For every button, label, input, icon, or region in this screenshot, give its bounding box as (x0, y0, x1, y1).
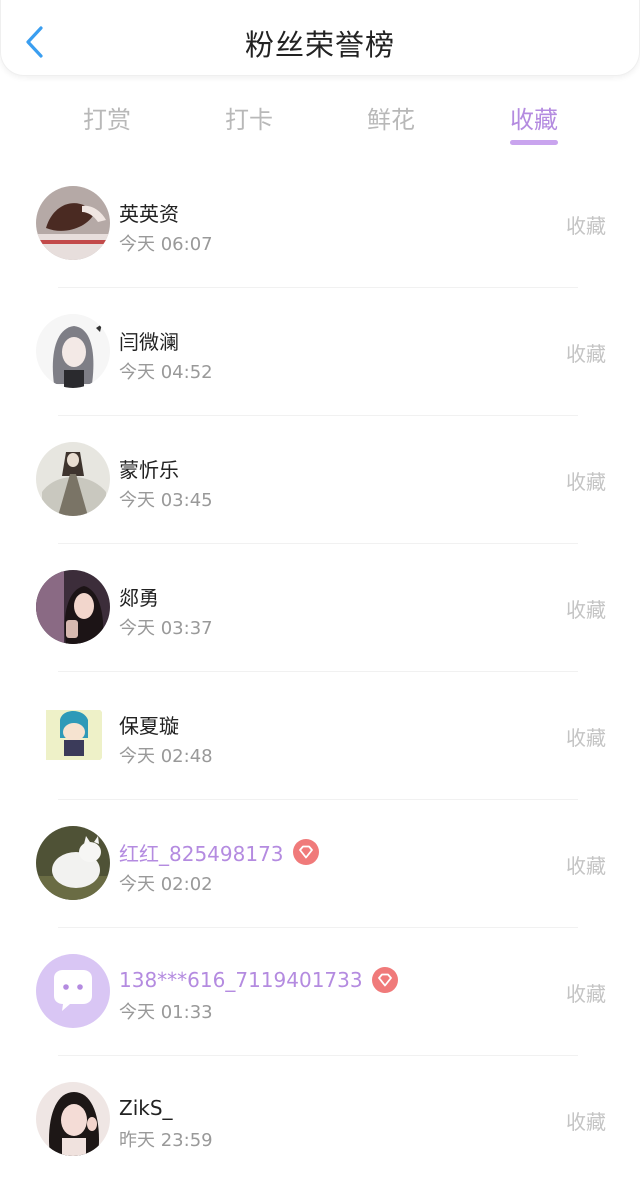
name-line: 红红_825498173 (119, 837, 319, 867)
favorite-label: 收藏 (566, 1110, 606, 1134)
fan-list: 英英资 今天 06:07 收藏 闫微澜 今天 04:52 收藏 蒙忻乐 今天 0… (0, 160, 640, 1184)
tab-reward[interactable]: 打赏 (57, 100, 157, 135)
name-line: 138***616_7119401733 (119, 965, 398, 995)
name-line: 保夏璇 (119, 709, 179, 739)
chat-bubble-icon (36, 954, 110, 1028)
list-item[interactable]: ZikS_ 昨天 23:59 收藏 (0, 1056, 640, 1184)
user-name: 红红_825498173 (119, 841, 284, 866)
user-name: 138***616_7119401733 (119, 968, 363, 992)
avatar-3-icon (36, 442, 110, 516)
list-item[interactable]: 保夏璇 今天 02:48 收藏 (0, 672, 640, 800)
favorite-label: 收藏 (566, 854, 606, 878)
favorite-label: 收藏 (566, 214, 606, 238)
favorite-label: 收藏 (566, 342, 606, 366)
tab-checkin[interactable]: 打卡 (199, 100, 299, 135)
favorite-label: 收藏 (566, 470, 606, 494)
avatar-2-icon (36, 314, 110, 388)
avatar-8-icon (36, 1082, 110, 1156)
name-line: 闫微澜 (119, 325, 179, 355)
avatar-1-icon (36, 186, 110, 260)
fan-honor-page: 粉丝荣誉榜 打赏 打卡 鲜花 收藏 英英资 今天 06:07 收藏 闫微澜 今天… (0, 0, 640, 1185)
header-bar: 粉丝荣誉榜 (0, 0, 640, 76)
list-item[interactable]: 闫微澜 今天 04:52 收藏 (0, 288, 640, 416)
timestamp: 昨天 23:59 (119, 1130, 213, 1151)
tab-bar: 打赏 打卡 鲜花 收藏 (0, 92, 640, 152)
avatar[interactable] (36, 186, 110, 260)
list-item[interactable]: 英英资 今天 06:07 收藏 (0, 160, 640, 288)
list-item[interactable]: 郯勇 今天 03:37 收藏 (0, 544, 640, 672)
avatar[interactable] (36, 570, 110, 644)
favorite-label: 收藏 (566, 726, 606, 750)
user-name: 闫微澜 (119, 329, 179, 354)
name-line: 英英资 (119, 197, 179, 227)
list-item[interactable]: 蒙忻乐 今天 03:45 收藏 (0, 416, 640, 544)
name-line: 蒙忻乐 (119, 453, 179, 483)
avatar[interactable] (36, 826, 110, 900)
avatar[interactable] (36, 314, 110, 388)
tab-favorites[interactable]: 收藏 (484, 100, 584, 135)
timestamp: 今天 06:07 (119, 234, 213, 255)
user-name: 英英资 (119, 201, 179, 226)
vip-diamond-icon (371, 967, 398, 993)
vip-diamond-icon (292, 839, 319, 865)
favorite-label: 收藏 (566, 982, 606, 1006)
timestamp: 今天 01:33 (119, 1002, 213, 1023)
avatar-6-icon (36, 826, 110, 900)
tab-flowers[interactable]: 鲜花 (341, 100, 441, 135)
timestamp: 今天 03:45 (119, 490, 213, 511)
name-line: ZikS_ (119, 1093, 173, 1123)
avatar[interactable] (36, 442, 110, 516)
timestamp: 今天 02:48 (119, 746, 213, 767)
avatar[interactable] (36, 698, 110, 772)
user-name: 郯勇 (119, 585, 159, 610)
page-title: 粉丝荣誉榜 (244, 28, 395, 62)
avatar-5-icon (36, 698, 110, 772)
user-name: ZikS_ (119, 1096, 173, 1120)
timestamp: 今天 03:37 (119, 618, 213, 639)
avatar-4-icon (36, 570, 110, 644)
name-line: 郯勇 (119, 581, 159, 611)
active-tab-indicator (510, 140, 558, 145)
avatar[interactable] (36, 954, 110, 1028)
favorite-label: 收藏 (566, 598, 606, 622)
user-name: 保夏璇 (119, 713, 179, 738)
list-item[interactable]: 138***616_7119401733 今天 01:33 收藏 (0, 928, 640, 1056)
avatar[interactable] (36, 1082, 110, 1156)
timestamp: 今天 04:52 (119, 362, 213, 383)
timestamp: 今天 02:02 (119, 874, 213, 895)
list-item[interactable]: 红红_825498173 今天 02:02 收藏 (0, 800, 640, 928)
user-name: 蒙忻乐 (119, 457, 179, 482)
